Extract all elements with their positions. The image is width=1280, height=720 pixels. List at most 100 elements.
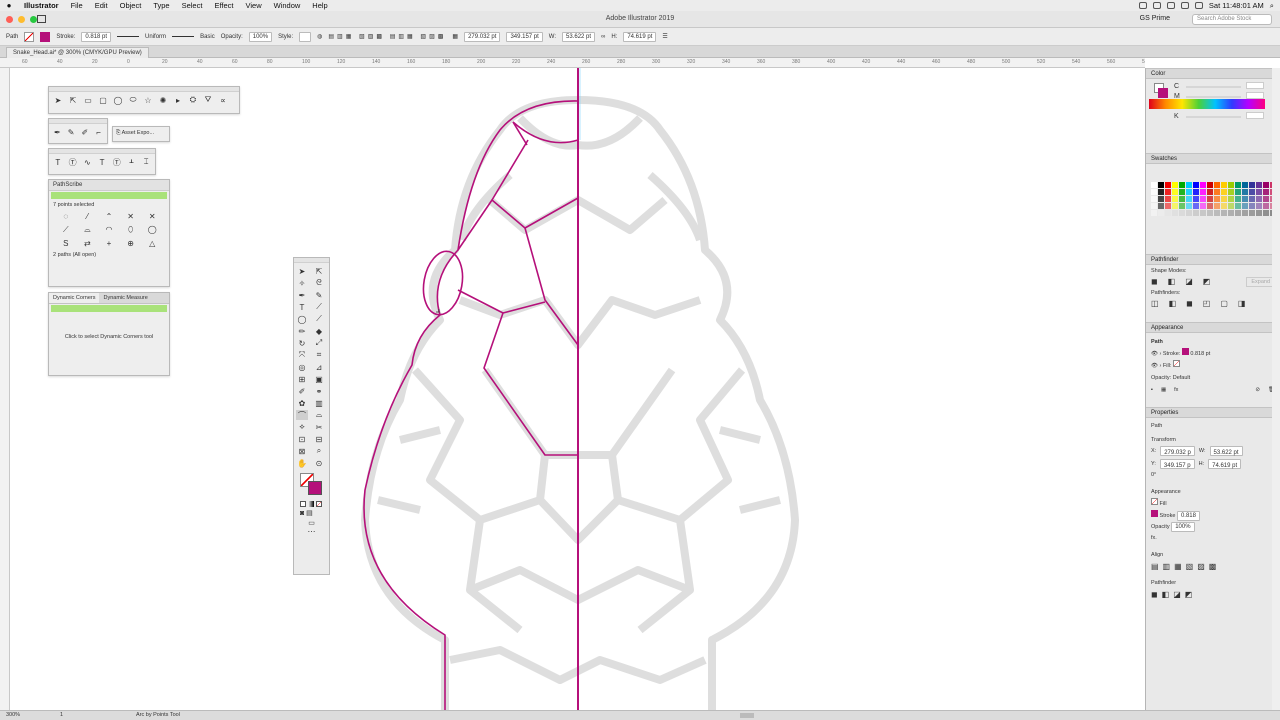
color-mode-icon[interactable] [300,501,306,507]
scale-icon[interactable]: ⤢ [313,338,325,348]
prop-opacity-row[interactable]: Opacity 100% [1151,522,1275,533]
rotate-icon[interactable]: ↻ [296,338,308,348]
swatch[interactable] [1263,182,1269,188]
eyedropper-icon[interactable]: ✐ [296,386,308,396]
swatch[interactable] [1172,196,1178,202]
align-buttons[interactable]: ▤▥▦▧▨▩ [1151,561,1275,572]
menu-object[interactable]: Object [114,1,148,10]
swatch[interactable] [1172,203,1178,209]
swatch[interactable] [1179,182,1185,188]
stroke-swatch[interactable] [40,31,51,42]
h-field[interactable]: 74.619 pt [623,31,657,42]
arc-by-points-icon[interactable]: ⌒ [296,410,308,420]
swatch[interactable] [1186,203,1192,209]
swatch[interactable] [1158,189,1164,195]
prop-fx-button[interactable]: fx. [1151,533,1275,544]
swatch[interactable] [1165,196,1171,202]
apple-icon[interactable]: ● [0,1,18,10]
swatch[interactable] [1186,189,1192,195]
edit-toolbar-icon[interactable]: ⋯ [294,527,329,536]
c-field[interactable] [1246,82,1264,89]
swatch[interactable] [1165,210,1171,216]
type-tool-icon[interactable]: T [296,302,308,312]
hand-slice-icon[interactable]: ⊟ [313,434,325,444]
area-type-icon[interactable]: Ⓣ [68,157,78,167]
swatch[interactable] [1151,203,1157,209]
add-fill-icon[interactable]: ▦ [1161,384,1166,396]
swatch[interactable] [1235,196,1241,202]
menu-select[interactable]: Select [176,1,209,10]
swatch[interactable] [1158,182,1164,188]
swatch[interactable] [1158,210,1164,216]
flare-icon[interactable]: ✺ [158,95,168,105]
swatch[interactable] [1256,210,1262,216]
profile-select[interactable]: Uniform [145,34,166,40]
fill-stroke-widget[interactable] [298,473,325,499]
line-tool-icon[interactable]: ⟋ [313,302,325,312]
asset-export-panel[interactable]: ⎘ Asset Expo... [112,126,170,142]
curve-icon[interactable]: ◠ [98,225,120,235]
stroke-swatch[interactable] [1151,510,1158,517]
swatch[interactable] [1214,196,1220,202]
y-field[interactable]: 349.157 pt [506,31,543,42]
artboard-icon[interactable]: ⊡ [296,434,308,444]
status-menu-icon[interactable] [1152,2,1161,9]
magic-wand-icon[interactable]: ✧ [296,278,308,288]
curvature-icon[interactable]: ✎ [313,290,325,300]
menu-view[interactable]: View [239,1,267,10]
graph-icon[interactable]: ▥ [313,398,325,408]
swatch[interactable] [1193,210,1199,216]
fx-button[interactable]: fx [1174,384,1178,396]
group-icon[interactable]: ⛭ [188,95,198,105]
swatch[interactable] [1263,189,1269,195]
direct-selection-icon[interactable]: ⇱ [68,95,78,105]
swatch[interactable] [1249,210,1255,216]
swatch[interactable] [1221,189,1227,195]
zoom-level[interactable]: 300% [6,712,20,718]
swatch[interactable] [1151,210,1157,216]
constrain-icon[interactable]: ∞ [601,34,605,40]
fill-swatch[interactable] [24,31,35,42]
w-field[interactable]: 53.622 pt [562,31,596,42]
swatch[interactable] [1235,203,1241,209]
pen-icon[interactable]: ⁄ [77,212,99,221]
swatch[interactable] [1235,189,1241,195]
none-mode-icon[interactable] [316,501,322,507]
swatch[interactable] [1256,203,1262,209]
s-curve-icon[interactable]: S [55,239,77,248]
stock-search-input[interactable]: Search Adobe Stock [1192,14,1272,25]
swatch[interactable] [1200,189,1206,195]
menu-clock[interactable]: Sat 11:48:01 AM [1209,1,1264,10]
tab-dynamic-corners[interactable]: Dynamic Corners [49,293,100,303]
pen-tool-icon[interactable]: ✒ [53,127,62,137]
outline-icon[interactable]: ▢ [1220,299,1228,308]
prop-w-field[interactable]: 53.622 pt [1209,446,1243,456]
properties-panel-title[interactable]: Properties [1146,407,1280,418]
direct-selection-icon[interactable]: ⇱ [313,266,325,276]
swatch[interactable] [1151,189,1157,195]
screen-mode-icon[interactable]: ▭ [294,519,329,527]
swatch[interactable] [1249,189,1255,195]
prop-h-field[interactable]: 74.619 pt [1208,459,1242,469]
swatch[interactable] [1263,203,1269,209]
appearance-panel-title[interactable]: Appearance [1146,322,1280,333]
prop-x-field[interactable]: 279.032 p [1160,446,1195,456]
draw-mode-icon[interactable]: ◙ ▤ [294,507,329,519]
appearance-stroke-value[interactable]: 0.818 pt [1190,351,1210,357]
stroke-swatch[interactable] [1181,348,1189,355]
swatch[interactable] [1221,210,1227,216]
center-icon[interactable]: ⊕ [120,239,142,248]
wifi-icon[interactable] [1180,2,1189,9]
minus-back-icon[interactable]: ◨ [1238,299,1246,308]
ellipse-tool-icon[interactable]: ◯ [296,314,308,324]
align-icons[interactable]: ▤▥▦ ▧▨▩ ▤▥▦ ▧▨▩ [328,33,446,40]
swatch[interactable] [1235,182,1241,188]
swatch[interactable] [1207,210,1213,216]
exclude-icon[interactable]: ◩ [1203,277,1211,287]
swatch[interactable] [1249,203,1255,209]
arrow-icon[interactable]: ▸ [173,95,183,105]
appearance-stroke-row[interactable]: 👁 › Stroke: 0.818 pt [1151,348,1275,360]
stroke-icon[interactable] [1158,88,1168,98]
swatch[interactable] [1158,203,1164,209]
k-field[interactable] [1246,112,1264,119]
